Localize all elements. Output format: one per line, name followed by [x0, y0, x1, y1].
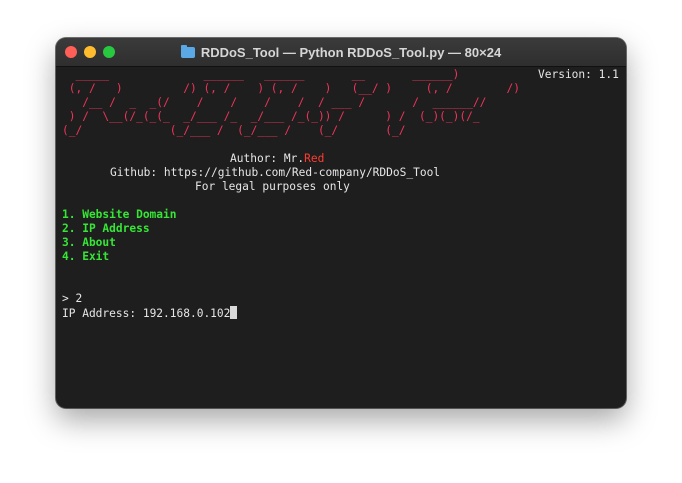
banner-line-1: _____ ______ ______ __ ______)	[62, 68, 460, 81]
banner-line-2: (, / ) /) (, / ) (, / ) (__/ ) (, / /)	[62, 82, 521, 95]
window-title: RDDoS_Tool — Python RDDoS_Tool.py — 80×2…	[200, 44, 502, 60]
author-name: Red	[304, 152, 325, 165]
menu-item-about: 3. About	[62, 236, 116, 249]
menu-item-ip-address: 2. IP Address	[62, 222, 150, 235]
menu-item-exit: 4. Exit	[62, 250, 110, 263]
banner-line-4: ) / \__(/_(_(_ _/___ /_ _/___ /_(_)) / )…	[62, 110, 480, 123]
legal-line: For legal purposes only	[195, 180, 350, 193]
input-label: IP Address:	[62, 307, 143, 320]
version-text: Version: 1.1	[538, 68, 619, 81]
input-line[interactable]: IP Address: 192.168.0.102	[62, 306, 238, 320]
prompt-line: > 2	[62, 292, 83, 305]
github-line: Github: https://github.com/Red-company/R…	[110, 166, 441, 179]
menu-item-website-domain: 1. Website Domain	[62, 208, 177, 221]
folder-icon	[180, 44, 195, 58]
terminal-window: RDDoS_Tool — Python RDDoS_Tool.py — 80×2…	[56, 38, 626, 408]
window-title-wrap: RDDoS_Tool — Python RDDoS_Tool.py — 80×2…	[56, 38, 626, 66]
author-prefix: Author: Mr.	[230, 152, 305, 165]
author-line: Author: Mr.Red	[230, 152, 324, 166]
title-bar[interactable]: RDDoS_Tool — Python RDDoS_Tool.py — 80×2…	[56, 38, 626, 67]
input-value[interactable]: 192.168.0.102	[143, 307, 231, 320]
banner-line-3: /__ / _ _(/ / / / / / ___ / / ______//	[62, 96, 487, 109]
banner-line-5: (_/ (_/___ / (_/___ / (_/ (_/	[62, 124, 406, 137]
text-cursor	[230, 306, 238, 319]
terminal-content[interactable]: Version: 1.1 _____ ______ ______ __ ____…	[62, 68, 622, 403]
